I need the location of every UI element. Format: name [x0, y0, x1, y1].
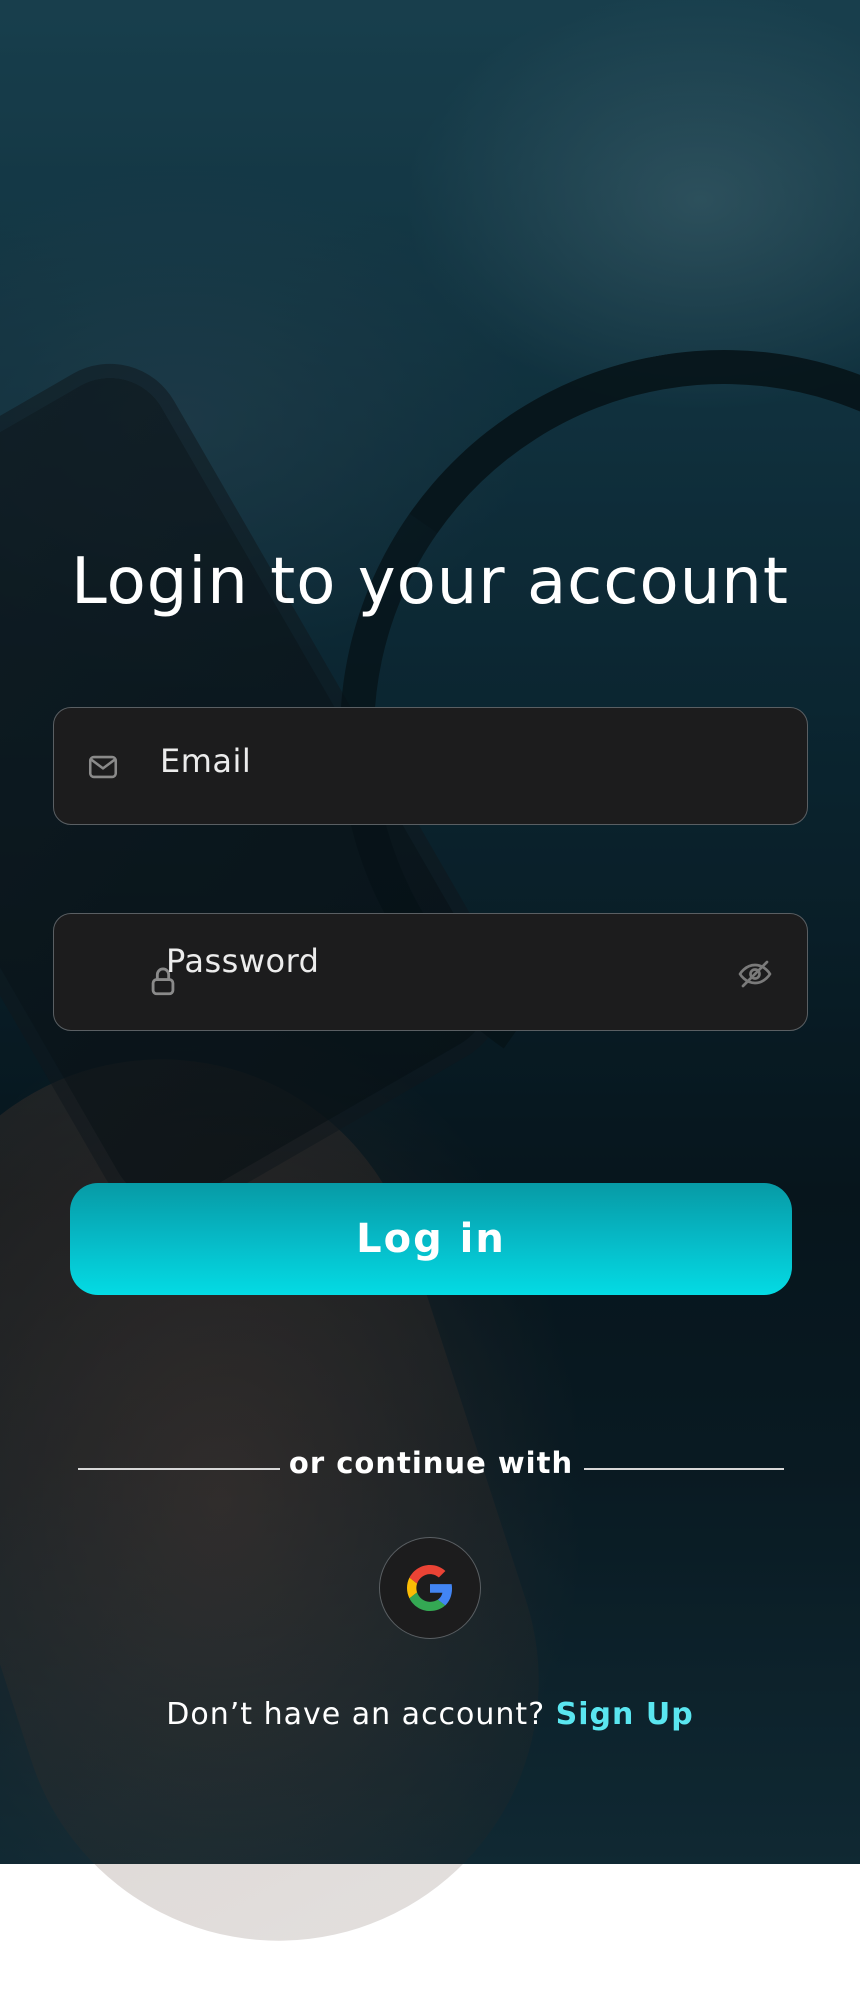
password-placeholder: Password	[166, 942, 320, 980]
signup-link[interactable]: Sign Up	[556, 1697, 694, 1732]
login-button[interactable]: Log in	[70, 1183, 792, 1295]
signup-prompt: Don’t have an account? Sign Up	[0, 1697, 860, 1732]
divider-text: or continue with	[288, 1446, 574, 1480]
email-placeholder: Email	[160, 742, 252, 780]
google-icon	[407, 1565, 453, 1611]
google-login-button[interactable]	[379, 1537, 481, 1639]
mail-icon	[88, 755, 118, 779]
page-title: Login to your account	[71, 545, 789, 619]
eye-off-icon[interactable]	[737, 956, 773, 992]
no-account-text: Don’t have an account?	[166, 1697, 546, 1732]
divider: or continue with	[78, 1446, 784, 1486]
password-field[interactable]: Password	[53, 913, 808, 1031]
divider-line-right	[584, 1468, 784, 1470]
email-field[interactable]: Email	[53, 707, 808, 825]
